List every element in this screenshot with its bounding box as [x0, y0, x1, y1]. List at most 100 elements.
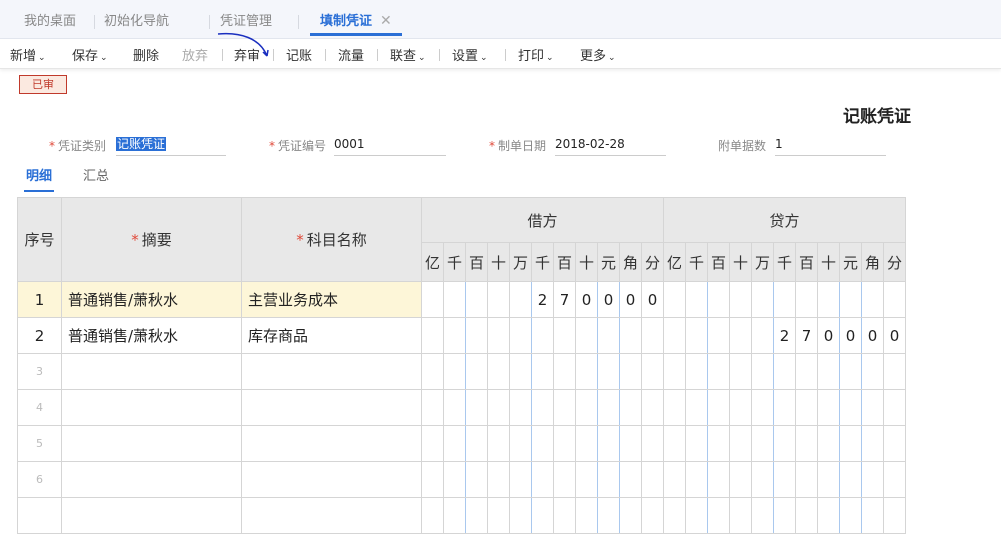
row-summary-cell[interactable]: [61, 353, 242, 390]
debit-digit-cell[interactable]: [641, 497, 664, 534]
more-button[interactable]: 更多 ⌄: [580, 45, 616, 64]
row-account-cell[interactable]: [241, 353, 422, 390]
credit-digit-cell[interactable]: [729, 389, 752, 426]
credit-digit-cell[interactable]: [817, 461, 840, 498]
debit-digit-cell[interactable]: [575, 317, 598, 354]
tab-fill-voucher[interactable]: 填制凭证 ✕: [310, 10, 402, 36]
credit-digit-cell[interactable]: [707, 317, 730, 354]
table-row[interactable]: 2 普通销售/萧秋水 库存商品 2 7 0 0 0 0: [17, 317, 906, 354]
credit-digit-cell[interactable]: [751, 353, 774, 390]
debit-digit-cell[interactable]: 0: [619, 281, 642, 318]
debit-digit-cell[interactable]: [641, 353, 664, 390]
credit-digit-cell[interactable]: [839, 497, 862, 534]
debit-digit-cell[interactable]: [641, 461, 664, 498]
debit-digit-cell[interactable]: [465, 353, 488, 390]
row-account-cell[interactable]: [241, 389, 422, 426]
credit-digit-cell[interactable]: [685, 281, 708, 318]
debit-digit-cell[interactable]: [641, 389, 664, 426]
debit-digit-cell[interactable]: [619, 389, 642, 426]
credit-digit-cell[interactable]: [663, 461, 686, 498]
table-row[interactable]: 3: [17, 353, 906, 390]
tab-detail[interactable]: 明细: [24, 165, 55, 192]
debit-digit-cell[interactable]: [465, 497, 488, 534]
debit-digit-cell[interactable]: 0: [575, 281, 598, 318]
credit-digit-cell[interactable]: 0: [817, 317, 840, 354]
cashflow-button[interactable]: 流量: [338, 45, 364, 64]
credit-digit-cell[interactable]: [861, 281, 884, 318]
credit-digit-cell[interactable]: [685, 425, 708, 462]
credit-digit-cell[interactable]: [861, 425, 884, 462]
credit-digit-cell[interactable]: [883, 425, 906, 462]
debit-digit-cell[interactable]: [443, 425, 466, 462]
credit-digit-cell[interactable]: [883, 353, 906, 390]
credit-digit-cell[interactable]: [795, 281, 818, 318]
debit-digit-cell[interactable]: [443, 389, 466, 426]
credit-digit-cell[interactable]: [685, 353, 708, 390]
row-account-cell[interactable]: [241, 461, 422, 498]
debit-digit-cell[interactable]: [443, 461, 466, 498]
credit-digit-cell[interactable]: [861, 461, 884, 498]
row-account-cell[interactable]: [241, 425, 422, 462]
row-account-cell[interactable]: 主营业务成本: [241, 281, 422, 318]
debit-digit-cell[interactable]: [597, 425, 620, 462]
credit-digit-cell[interactable]: [685, 497, 708, 534]
debit-digit-cell[interactable]: [509, 461, 532, 498]
table-row[interactable]: [17, 497, 906, 534]
debit-digit-cell[interactable]: [443, 497, 466, 534]
debit-digit-cell[interactable]: [553, 461, 576, 498]
debit-digit-cell[interactable]: [575, 497, 598, 534]
credit-digit-cell[interactable]: [773, 389, 796, 426]
debit-digit-cell[interactable]: [553, 497, 576, 534]
delete-button[interactable]: 删除: [133, 45, 159, 64]
credit-digit-cell[interactable]: [839, 281, 862, 318]
table-row[interactable]: 6: [17, 461, 906, 498]
debit-digit-cell[interactable]: 2: [531, 281, 554, 318]
debit-digit-cell[interactable]: [487, 281, 510, 318]
debit-digit-cell[interactable]: [509, 425, 532, 462]
table-row[interactable]: 5: [17, 425, 906, 462]
debit-digit-cell[interactable]: [465, 425, 488, 462]
credit-digit-cell[interactable]: [707, 281, 730, 318]
credit-digit-cell[interactable]: [729, 281, 752, 318]
debit-digit-cell[interactable]: [597, 461, 620, 498]
credit-digit-cell[interactable]: [861, 497, 884, 534]
credit-digit-cell[interactable]: [817, 497, 840, 534]
attachments-input[interactable]: 1: [775, 135, 886, 156]
credit-digit-cell[interactable]: [839, 353, 862, 390]
debit-digit-cell[interactable]: [443, 317, 466, 354]
debit-digit-cell[interactable]: [619, 461, 642, 498]
credit-digit-cell[interactable]: 0: [861, 317, 884, 354]
credit-digit-cell[interactable]: [839, 425, 862, 462]
debit-digit-cell[interactable]: [553, 317, 576, 354]
debit-digit-cell[interactable]: [465, 389, 488, 426]
credit-digit-cell[interactable]: [773, 497, 796, 534]
credit-digit-cell[interactable]: [729, 317, 752, 354]
credit-digit-cell[interactable]: [817, 389, 840, 426]
credit-digit-cell[interactable]: [795, 389, 818, 426]
voucher-number-input[interactable]: 0001: [334, 135, 446, 156]
credit-digit-cell[interactable]: [707, 425, 730, 462]
credit-digit-cell[interactable]: [663, 317, 686, 354]
add-button[interactable]: 新增 ⌄: [10, 45, 46, 64]
debit-digit-cell[interactable]: [531, 497, 554, 534]
credit-digit-cell[interactable]: [817, 425, 840, 462]
query-button[interactable]: 联查 ⌄: [390, 45, 426, 64]
debit-digit-cell[interactable]: [531, 425, 554, 462]
debit-digit-cell[interactable]: [421, 461, 444, 498]
close-icon[interactable]: ✕: [380, 13, 392, 29]
credit-digit-cell[interactable]: [751, 389, 774, 426]
tab-my-desktop[interactable]: 我的桌面: [24, 10, 76, 36]
credit-digit-cell[interactable]: [773, 281, 796, 318]
debit-digit-cell[interactable]: 7: [553, 281, 576, 318]
debit-digit-cell[interactable]: 0: [597, 281, 620, 318]
tab-summary[interactable]: 汇总: [83, 165, 109, 184]
credit-digit-cell[interactable]: [751, 425, 774, 462]
credit-digit-cell[interactable]: 0: [839, 317, 862, 354]
credit-digit-cell[interactable]: [729, 461, 752, 498]
debit-digit-cell[interactable]: [531, 389, 554, 426]
credit-digit-cell[interactable]: [861, 389, 884, 426]
table-row[interactable]: 1 普通销售/萧秋水 主营业务成本 2 7 0 0 0 0: [17, 281, 906, 318]
print-button[interactable]: 打印 ⌄: [518, 45, 554, 64]
debit-digit-cell[interactable]: [487, 353, 510, 390]
debit-digit-cell[interactable]: [509, 389, 532, 426]
